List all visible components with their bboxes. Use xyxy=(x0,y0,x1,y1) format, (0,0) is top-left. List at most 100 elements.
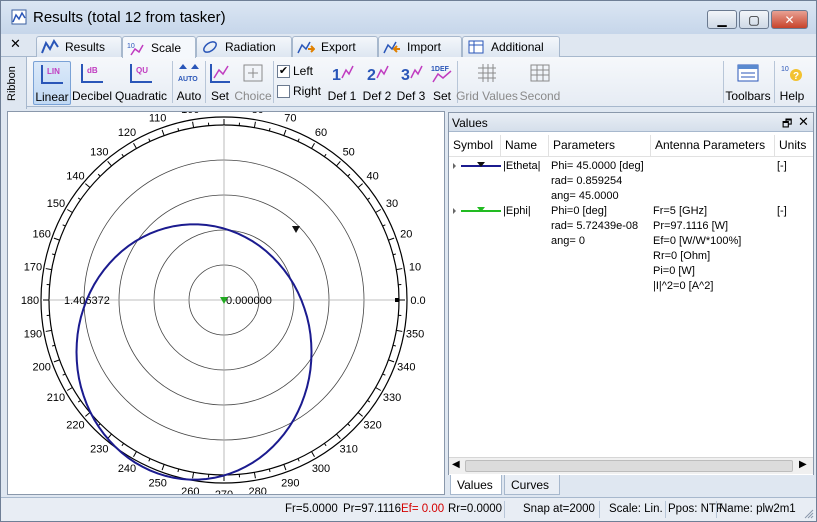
results-window: Results (total 12 from tasker) ▁ ▢ ✕ ✕ R… xyxy=(0,0,817,522)
def2-button[interactable]: 2 Def 2 xyxy=(361,61,393,105)
tab-import[interactable]: Import xyxy=(378,36,462,57)
angle-label: 20 xyxy=(400,229,412,241)
angle-label: 310 xyxy=(340,444,358,456)
angle-tick xyxy=(161,129,165,136)
antenna-param: Pi=0 [W] xyxy=(653,265,695,277)
def1-button[interactable]: 1 Def 1 xyxy=(325,61,359,105)
scrollbar-thumb[interactable] xyxy=(465,460,793,472)
angle-label: 40 xyxy=(366,170,378,182)
auto-label: Auto xyxy=(176,89,202,103)
column-header-name[interactable]: Name xyxy=(501,135,549,157)
param-line: rad= 5.72439e-08 xyxy=(551,220,639,232)
maximize-button[interactable]: ▢ xyxy=(739,10,769,29)
svg-text:10: 10 xyxy=(781,66,789,73)
tab-export[interactable]: Export xyxy=(292,36,378,57)
tab-values[interactable]: Values xyxy=(450,475,502,495)
polar-plot-panel[interactable]: 0.0 10 20 30 40 50 60 70 80 90 100 110 120 130 140 150 1… xyxy=(7,101,445,501)
column-header-symbol[interactable]: Symbol xyxy=(449,135,501,157)
status-separator xyxy=(665,501,666,518)
angle-tick xyxy=(323,153,327,157)
choice-button[interactable]: Choice xyxy=(234,61,272,105)
left-axis-checkbox[interactable]: ✔ Left xyxy=(277,64,313,78)
checkbox-box[interactable] xyxy=(277,84,290,98)
quadratic-scale-button[interactable]: QU Quadratic xyxy=(115,61,167,105)
tab-additional[interactable]: Additional xyxy=(462,36,560,57)
tab-results[interactable]: Results xyxy=(36,36,122,57)
checkbox-box[interactable]: ✔ xyxy=(277,64,290,78)
angle-label: 280 xyxy=(249,486,267,494)
ribbon-separator xyxy=(774,61,775,103)
status-separator xyxy=(599,501,600,518)
help-icon: 10? xyxy=(781,66,802,82)
def1-icon: 1 xyxy=(332,65,354,84)
etheta-curve xyxy=(75,223,313,481)
tab-radiation[interactable]: Radiation xyxy=(196,36,292,57)
values-panel-tabs: Values Curves xyxy=(448,475,814,495)
angle-tick xyxy=(396,329,403,332)
close-panel-icon[interactable]: ✕ xyxy=(798,114,809,130)
scroll-right-icon[interactable]: ▶ xyxy=(799,459,807,470)
angle-tick xyxy=(283,129,287,136)
polar-chart[interactable]: 0.0 10 20 30 40 50 60 70 80 90 100 110 120 130 140 150 1… xyxy=(8,101,444,501)
angle-tick xyxy=(133,142,137,149)
curve-name: |Ephi| xyxy=(503,205,531,217)
angle-label: 150 xyxy=(47,198,65,210)
toolbars-icon xyxy=(737,64,759,82)
column-header-antenna-parameters[interactable]: Antenna Parameters xyxy=(651,135,775,157)
ribbon-close-icon[interactable]: ✕ xyxy=(10,36,21,52)
param-line: ang= 45.0000 xyxy=(551,190,619,202)
linear-label: Linear xyxy=(35,90,69,104)
svg-text:2: 2 xyxy=(367,67,376,84)
grid-values-button[interactable]: Grid Values xyxy=(456,61,518,105)
scroll-left-icon[interactable]: ◀ xyxy=(452,459,460,470)
minimize-button[interactable]: ▁ xyxy=(707,10,737,29)
toolbars-button[interactable]: Toolbars xyxy=(725,61,771,105)
angle-tick xyxy=(323,443,327,447)
angle-label: 190 xyxy=(24,329,42,341)
values-panel-header: Values 🗗 ✕ xyxy=(449,113,813,132)
angle-tick xyxy=(133,451,137,458)
antenna-param: Ef=0 [W/W*100%] xyxy=(653,235,742,247)
angle-tick xyxy=(336,433,341,439)
angle-tick xyxy=(347,173,351,177)
set-default-icon: 1DEF xyxy=(431,66,452,83)
linear-scale-button[interactable]: LIN Linear xyxy=(33,61,71,105)
angle-label: 180 xyxy=(21,295,39,307)
column-header-parameters[interactable]: Parameters xyxy=(549,135,651,157)
def1-label: Def 1 xyxy=(327,89,357,103)
tab-curves[interactable]: Curves xyxy=(504,475,560,495)
horizontal-scrollbar[interactable]: ◀ ▶ xyxy=(449,457,813,474)
auto-button[interactable]: AUTO Auto xyxy=(175,61,203,105)
right-axis-checkbox[interactable]: Right xyxy=(277,84,321,98)
tab-label: Import xyxy=(407,40,442,54)
set-default-button[interactable]: 1DEF Set xyxy=(429,61,455,105)
angle-tick xyxy=(62,224,66,227)
angle-label: 320 xyxy=(363,420,381,432)
column-header-units[interactable]: Units xyxy=(775,135,813,157)
second-button[interactable]: Second xyxy=(519,61,561,105)
resize-grip-icon[interactable] xyxy=(804,509,814,519)
app-chart-icon xyxy=(11,9,27,25)
param-line: rad= 0.859254 xyxy=(551,175,623,187)
help-button[interactable]: 10? Help xyxy=(777,61,807,105)
def3-button[interactable]: 3 Def 3 xyxy=(395,61,427,105)
float-window-icon[interactable]: 🗗 xyxy=(782,115,792,134)
def3-icon: 3 xyxy=(401,65,423,84)
tab-scale[interactable]: 10 Scale xyxy=(122,36,196,58)
angle-tick xyxy=(161,464,165,471)
angle-tick xyxy=(121,443,125,447)
angle-label: 270 xyxy=(215,489,233,494)
title-bar[interactable]: Results (total 12 from tasker) ▁ ▢ ✕ xyxy=(1,1,816,34)
angle-tick xyxy=(66,387,73,391)
set-scale-icon xyxy=(210,64,230,83)
set-scale-button[interactable]: Set xyxy=(207,61,233,105)
angle-tick xyxy=(347,423,351,427)
close-button[interactable]: ✕ xyxy=(771,10,808,29)
angle-label: 10 xyxy=(409,261,421,273)
angle-tick xyxy=(85,183,91,188)
angle-tick xyxy=(388,237,395,241)
choice-label: Choice xyxy=(234,89,272,103)
decibel-scale-button[interactable]: dB Decibel xyxy=(72,61,112,105)
maximize-icon: ▢ xyxy=(748,12,760,27)
angle-label: 300 xyxy=(312,463,330,475)
